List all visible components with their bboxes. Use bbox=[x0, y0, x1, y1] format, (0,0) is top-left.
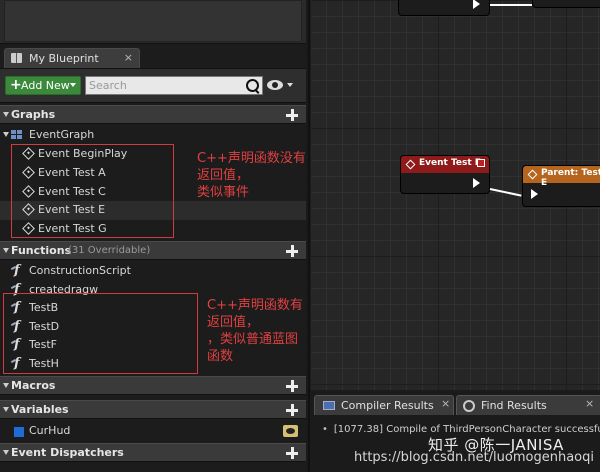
section-title: Variables bbox=[11, 403, 69, 416]
tab-label: Find Results bbox=[481, 399, 547, 412]
variable-label: CurHud bbox=[29, 424, 71, 437]
chevron-down-icon bbox=[70, 83, 76, 87]
annotation-line: 类似事件 bbox=[197, 185, 250, 200]
events-annotation: C++声明函数没有返回值， 类似事件 bbox=[197, 150, 306, 201]
add-macro-button[interactable] bbox=[286, 380, 298, 392]
section-functions[interactable]: Functions (31 Overridable) bbox=[0, 241, 306, 260]
collapse-arrow-icon[interactable] bbox=[3, 132, 9, 137]
section-graphs[interactable]: Graphs bbox=[0, 105, 306, 124]
add-new-label: Add New bbox=[21, 79, 70, 92]
tab-label: My Blueprint bbox=[29, 52, 99, 65]
list-item-variable[interactable]: CurHud bbox=[0, 422, 306, 441]
section-title: Functions bbox=[11, 244, 72, 257]
tab-label: Compiler Results bbox=[341, 399, 434, 412]
tab-find-results[interactable]: Find Results × bbox=[456, 395, 600, 415]
annotation-line: C++声明函数没有返回值， bbox=[197, 151, 306, 183]
watermark-url: https://blog.csdn.net/luomogenhaoqi bbox=[354, 450, 594, 465]
annotation-line: C++声明函数有返回值， bbox=[207, 298, 303, 330]
function-icon: f bbox=[14, 263, 20, 278]
delegate-pin-icon[interactable] bbox=[477, 159, 485, 167]
section-macros[interactable]: Macros bbox=[0, 376, 306, 395]
events-highlight-box bbox=[11, 144, 174, 238]
collapse-arrow-icon[interactable] bbox=[3, 112, 9, 117]
bullet: • bbox=[322, 424, 328, 435]
add-dispatcher-button[interactable] bbox=[286, 447, 298, 459]
event-test-e-node[interactable]: Event Test E bbox=[400, 155, 490, 194]
details-panel-top bbox=[0, 0, 306, 44]
graph-node[interactable] bbox=[398, 0, 490, 16]
my-blueprint-panel: My Blueprint × + Add New Graphs EventGra… bbox=[0, 0, 306, 472]
search-box bbox=[85, 76, 263, 95]
add-variable-button[interactable] bbox=[286, 404, 298, 416]
annotation-line: ，类似普通蓝图函数 bbox=[207, 332, 299, 364]
section-title: Event Dispatchers bbox=[11, 446, 124, 459]
section-title: Graphs bbox=[11, 108, 56, 121]
exec-pin-icon[interactable] bbox=[473, 178, 480, 188]
section-title: Macros bbox=[11, 379, 56, 392]
event-graph-item[interactable]: EventGraph bbox=[0, 126, 306, 145]
compiler-icon bbox=[323, 401, 335, 410]
section-event-dispatchers[interactable]: Event Dispatchers bbox=[0, 443, 306, 462]
close-icon[interactable]: × bbox=[124, 51, 133, 64]
parent-test-e-node[interactable]: Parent: Test E bbox=[522, 165, 600, 207]
exec-pin-icon[interactable] bbox=[473, 0, 480, 9]
collapse-arrow-icon[interactable] bbox=[3, 450, 9, 455]
chevron-down-icon[interactable] bbox=[287, 83, 293, 87]
event-graph-canvas[interactable]: Event Test E Parent: Test E bbox=[308, 0, 600, 390]
list-item-function[interactable]: f ConstructionScript bbox=[0, 262, 306, 281]
book-icon bbox=[11, 53, 22, 63]
event-graph-icon bbox=[11, 130, 23, 140]
tab-row: My Blueprint × bbox=[0, 44, 306, 68]
add-new-button[interactable]: + Add New bbox=[5, 76, 81, 95]
close-icon[interactable]: × bbox=[585, 397, 594, 410]
graph-node[interactable] bbox=[532, 0, 600, 8]
overridable-count: (31 Overridable) bbox=[68, 245, 151, 256]
results-panel: Compiler Results × Find Results × • [1077… bbox=[308, 390, 600, 472]
tab-compiler-results[interactable]: Compiler Results × bbox=[314, 395, 454, 415]
collapse-arrow-icon[interactable] bbox=[3, 383, 9, 388]
plus-icon: + bbox=[10, 77, 22, 93]
collapse-arrow-icon[interactable] bbox=[3, 407, 9, 412]
node-title: Event Test E bbox=[419, 158, 481, 168]
search-input[interactable] bbox=[89, 78, 239, 93]
tab-my-blueprint[interactable]: My Blueprint × bbox=[4, 48, 140, 68]
event-graph-label: EventGraph bbox=[29, 128, 95, 141]
visibility-eye-icon[interactable] bbox=[283, 425, 298, 437]
search-icon bbox=[463, 400, 475, 412]
variable-type-swatch bbox=[14, 427, 24, 437]
add-graph-button[interactable] bbox=[286, 109, 298, 121]
exec-wire bbox=[489, 188, 522, 197]
eye-icon[interactable] bbox=[267, 80, 283, 90]
exec-pin-icon[interactable] bbox=[531, 189, 538, 199]
collapse-arrow-icon[interactable] bbox=[3, 248, 9, 253]
blueprint-toolbar: + Add New bbox=[0, 68, 306, 103]
functions-highlight-box bbox=[3, 293, 198, 374]
close-icon[interactable]: × bbox=[441, 397, 450, 410]
function-label: ConstructionScript bbox=[29, 264, 131, 277]
add-function-button[interactable] bbox=[286, 245, 298, 257]
section-variables[interactable]: Variables bbox=[0, 400, 306, 419]
search-icon[interactable] bbox=[246, 79, 259, 92]
node-title: Parent: Test E bbox=[541, 168, 600, 188]
functions-annotation: C++声明函数有返回值， ，类似普通蓝图函数 bbox=[207, 297, 306, 365]
exec-wire bbox=[490, 4, 532, 6]
